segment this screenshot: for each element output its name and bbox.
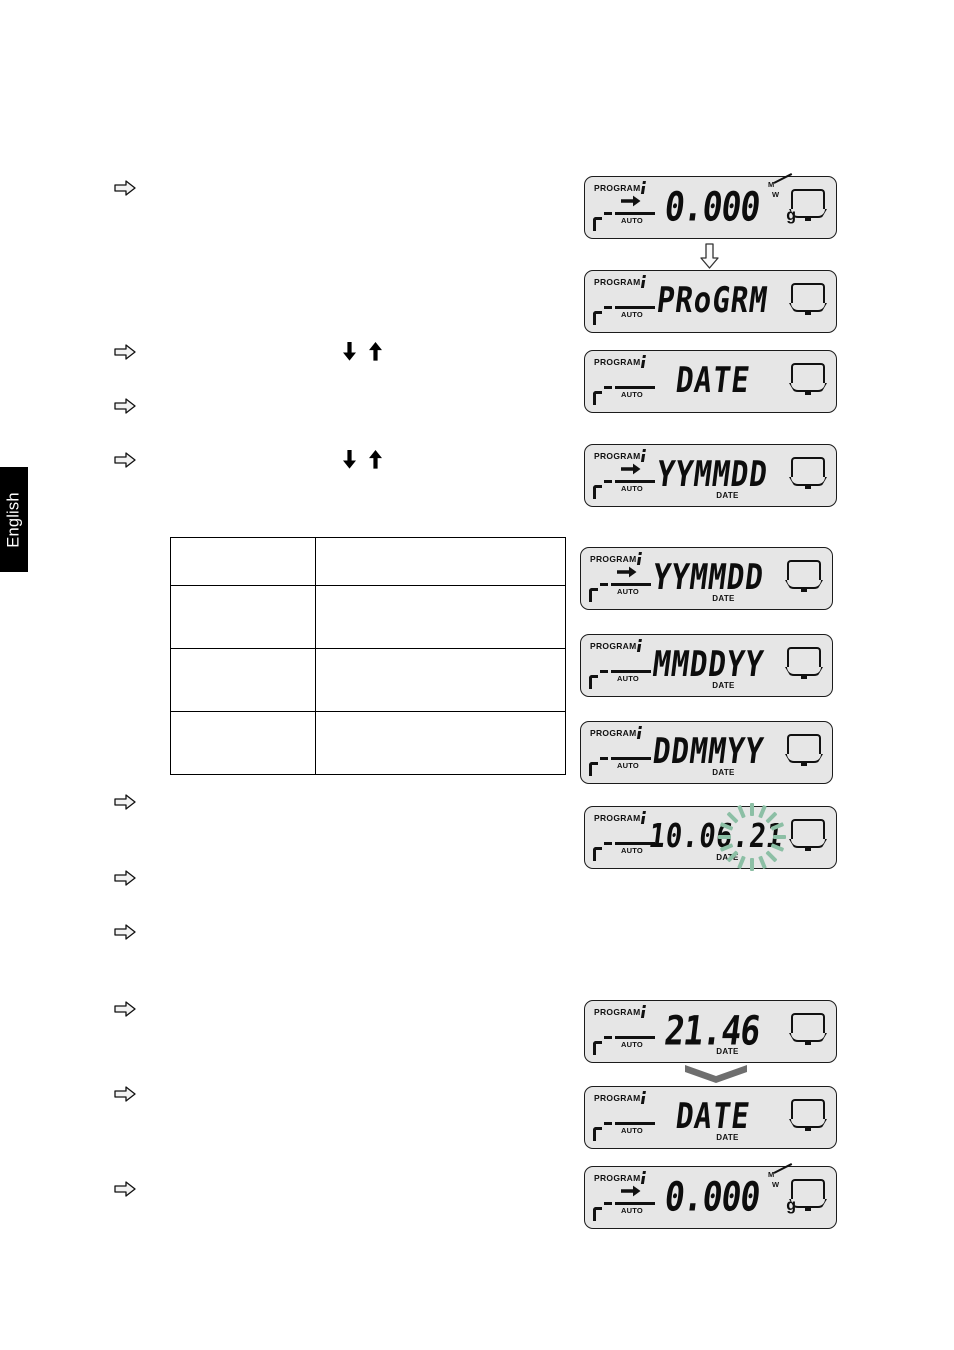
table-cell-format <box>170 585 316 649</box>
weighing-pan-icon <box>789 283 827 321</box>
down-arrow-key-icon <box>342 450 357 469</box>
weighing-pan-icon <box>789 363 827 401</box>
weighing-pan-icon <box>789 457 827 495</box>
step-bullet-9 <box>114 1086 136 1103</box>
program-annunciator: PROGRAM <box>594 1007 641 1017</box>
table-cell-description <box>315 648 566 712</box>
right-arrow-indicator-icon <box>617 566 637 578</box>
connector-double-chevron-down <box>683 1063 749 1085</box>
lcd-readout-area: 10.06.21 <box>637 815 786 857</box>
table-cell-format <box>170 711 316 775</box>
right-arrow-indicator-icon <box>621 195 641 207</box>
lcd-display-time-2146: PROGRAM AUTO 21.46 DATE <box>584 1000 837 1063</box>
lcd-display-date-entry-blinking: PROGRAM AUTO 10.06.21 DATE <box>584 806 837 869</box>
language-tab-label: English <box>4 491 23 548</box>
up-arrow-key-icon <box>368 342 383 361</box>
right-arrow-indicator-icon <box>621 1185 641 1197</box>
program-annunciator: PROGRAM <box>594 1173 641 1183</box>
table-row <box>170 537 566 586</box>
right-arrow-indicator-icon <box>621 463 641 475</box>
lcd-readout-area: DDMMYY <box>641 730 776 772</box>
lcd-readout-area: DATE <box>645 359 780 401</box>
lcd-readout-area: YYMMDD <box>645 453 780 495</box>
weighing-pan-icon <box>789 189 827 227</box>
weighing-pan-icon <box>785 560 823 598</box>
step-bullet-1 <box>114 180 136 197</box>
program-annunciator: PROGRAM <box>594 451 641 461</box>
lcd-display-yymmdd-selected: PROGRAM AUTO YYMMDD DATE <box>584 444 837 507</box>
down-arrow-key-icon <box>342 342 357 361</box>
auto-label: AUTO <box>621 216 643 225</box>
table-cell-format <box>170 648 316 712</box>
program-annunciator: PROGRAM <box>590 728 637 738</box>
step-bullet-8 <box>114 1001 136 1018</box>
program-annunciator: PROGRAM <box>594 1093 641 1103</box>
program-annunciator: PROGRAM <box>594 277 641 287</box>
auto-label: AUTO <box>621 310 643 319</box>
lcd-readout: DATE <box>673 1094 753 1137</box>
lcd-display-format-yymmdd: PROGRAM AUTO YYMMDD DATE <box>580 547 833 610</box>
program-annunciator: PROGRAM <box>594 183 641 193</box>
connector-down-arrow-1 <box>700 243 719 269</box>
lcd-display-date-menu: PROGRAM AUTO DATE <box>584 350 837 413</box>
table-cell-description <box>315 585 566 649</box>
lcd-display-progrm: PROGRAM AUTO PRoGRM <box>584 270 837 333</box>
lcd-readout-area: 0.000 <box>645 1172 780 1220</box>
lcd-readout: 10.06.21 <box>646 817 786 855</box>
date-format-table <box>170 537 566 775</box>
lcd-readout-area: YYMMDD <box>641 556 776 598</box>
lcd-display-zero-weight-top: PROGRAM AUTO 0.000 MW g <box>584 173 837 239</box>
language-tab-english: English <box>0 467 28 572</box>
program-annunciator: PROGRAM <box>594 357 641 367</box>
weighing-pan-icon <box>789 1099 827 1137</box>
step-bullet-6 <box>114 870 136 887</box>
table-row <box>170 648 566 712</box>
lcd-readout: PRoGRM <box>654 278 771 321</box>
weighing-pan-icon <box>785 734 823 772</box>
lcd-readout: YYMMDD <box>654 452 771 495</box>
step-bullet-4 <box>114 452 136 469</box>
table-cell-format <box>170 537 316 586</box>
weighing-pan-icon <box>789 819 827 857</box>
step-bullet-3 <box>114 398 136 415</box>
lcd-readout: MMDDYY <box>650 642 767 685</box>
lcd-display-format-ddmmyy: PROGRAM AUTO DDMMYY DATE <box>580 721 833 784</box>
table-row <box>170 711 566 775</box>
program-annunciator: PROGRAM <box>590 641 637 651</box>
up-arrow-key-icon <box>368 450 383 469</box>
table-row <box>170 585 566 649</box>
table-cell-description <box>315 537 566 586</box>
weighing-pan-icon <box>789 1179 827 1217</box>
auto-label: AUTO <box>621 1206 643 1215</box>
lcd-readout-area: DATE <box>645 1095 780 1137</box>
key-glyphs-group-1 <box>342 342 383 361</box>
table-cell-description <box>315 711 566 775</box>
key-glyphs-group-2 <box>342 450 383 469</box>
step-bullet-5 <box>114 794 136 811</box>
manual-page: English PROGRAM AUTO 0.000 M W g PROGRAM… <box>0 0 954 1350</box>
lcd-readout: 0.000 <box>662 182 763 230</box>
lcd-readout: DATE <box>673 358 753 401</box>
step-bullet-10 <box>114 1181 136 1198</box>
lcd-readout: 21.46 <box>662 1006 763 1054</box>
lcd-readout-area: 21.46 <box>645 1006 780 1054</box>
lcd-readout-area: PRoGRM <box>645 279 780 321</box>
program-annunciator: PROGRAM <box>590 554 637 564</box>
step-bullet-2 <box>114 344 136 361</box>
weighing-pan-icon <box>789 1013 827 1051</box>
lcd-readout: YYMMDD <box>650 555 767 598</box>
lcd-readout-area: MMDDYY <box>641 643 776 685</box>
step-bullet-7 <box>114 924 136 941</box>
lcd-readout: DDMMYY <box>650 729 767 772</box>
auto-label: AUTO <box>621 390 643 399</box>
weighing-pan-icon <box>785 647 823 685</box>
lcd-display-format-mmddyy: PROGRAM AUTO MMDDYY DATE <box>580 634 833 697</box>
lcd-display-zero-weight-bottom: PROGRAM AUTO 0.000 MW g <box>584 1163 837 1229</box>
lcd-display-date-return: PROGRAM AUTO DATE DATE <box>584 1086 837 1149</box>
program-annunciator: PROGRAM <box>594 813 641 823</box>
lcd-readout-area: 0.000 <box>645 182 780 230</box>
lcd-readout: 0.000 <box>662 1172 763 1220</box>
